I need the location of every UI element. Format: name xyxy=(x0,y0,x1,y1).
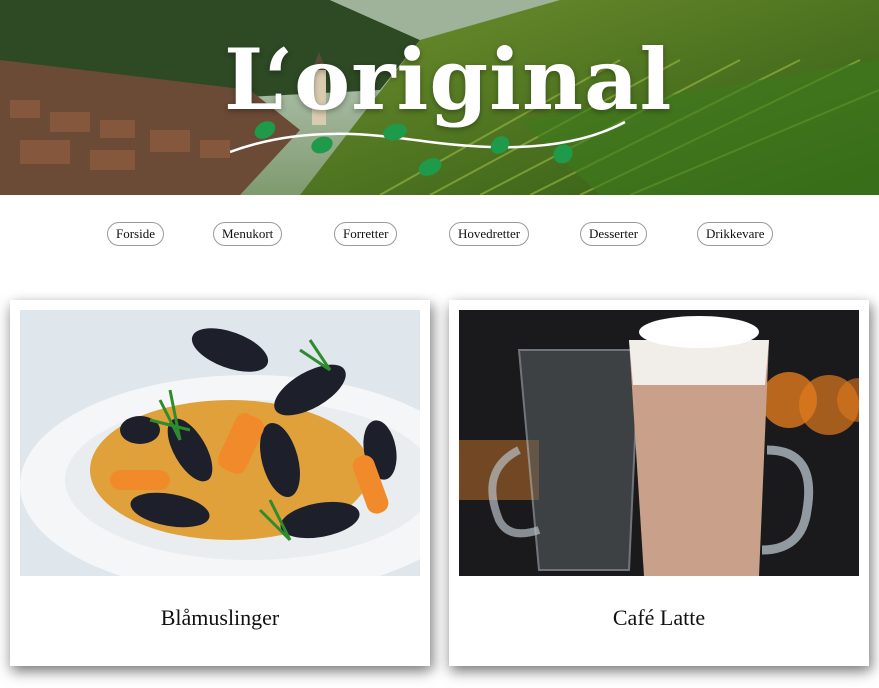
cafe-latte-glass-photo xyxy=(459,310,859,576)
nav-item-forretter[interactable]: Forretter xyxy=(334,222,398,246)
nav-item-drikkevare[interactable]: Drikkevare xyxy=(697,222,774,246)
menu-card-cafe-latte[interactable]: Café Latte xyxy=(449,300,869,666)
card-title[interactable]: Blåmuslinger xyxy=(10,605,430,631)
card-title[interactable]: Café Latte xyxy=(449,605,869,631)
nav-item-desserter[interactable]: Desserter xyxy=(580,222,648,246)
nav-item-forside[interactable]: Forside xyxy=(107,222,164,246)
mussels-image xyxy=(20,310,420,576)
vine-leaves-icon xyxy=(230,120,626,176)
menu-card-blamuslinger[interactable]: Blåmuslinger xyxy=(10,300,430,666)
latte-image xyxy=(459,310,859,576)
nav-item-menukort[interactable]: Menukort xyxy=(213,222,283,246)
nav-item-hovedretter[interactable]: Hovedretter xyxy=(449,222,530,246)
main-navigation: Forside Menukort Forretter Hovedretter D… xyxy=(0,222,879,248)
hero-banner: L‘original xyxy=(0,0,879,195)
mussels-dish-photo xyxy=(20,310,420,576)
